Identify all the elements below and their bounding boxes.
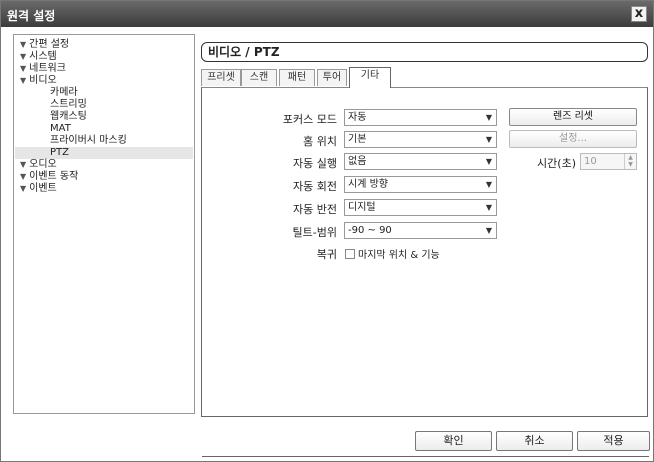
tree-item-mat[interactable]: MAT (50, 123, 71, 135)
home-position-select[interactable]: 기본 ▼ (344, 131, 497, 148)
select-value: 기본 (348, 134, 367, 145)
expand-arrow-icon: ▼ (20, 52, 27, 61)
cancel-button[interactable]: 취소 (496, 431, 573, 451)
tree-item-privacy-masking[interactable]: 프라이버시 마스킹 (50, 135, 127, 147)
select-value: 디지털 (348, 202, 376, 213)
tree-label: 오디오 (29, 159, 57, 170)
time-seconds-spinner[interactable]: 10 ▲ ▼ (580, 153, 637, 170)
select-value: 없음 (348, 156, 367, 167)
tree-label: 시스템 (29, 51, 57, 62)
tree-item-streaming[interactable]: 스트리밍 (50, 99, 87, 111)
tab-scan[interactable]: 스캔 (241, 69, 277, 86)
tree-label: 네트워크 (29, 63, 66, 74)
restore-checkbox[interactable] (345, 249, 355, 259)
tree-item-system[interactable]: ▼ 시스템 (20, 51, 57, 63)
lens-reset-button[interactable]: 렌즈 리셋 (509, 108, 637, 126)
tilt-range-label: 틸트-범위 (292, 226, 337, 239)
tree-item-camera[interactable]: 카메라 (50, 87, 78, 99)
tree-label: 이벤트 (29, 183, 57, 194)
tree-item-event-action[interactable]: ▼ 이벤트 동작 (20, 171, 78, 183)
expand-arrow-icon: ▼ (20, 172, 27, 181)
window-title: 원격 설정 (7, 9, 56, 23)
tree-item-ptz[interactable]: PTZ (15, 147, 193, 159)
dropdown-arrow-icon: ▼ (485, 135, 492, 144)
select-value: 시계 방향 (348, 179, 388, 190)
remote-settings-window: 원격 설정 x ▼ 간편 설정 ▼ 시스템 ▼ 네트워크 ▼ 비디오 카메라 스트리밍 … (0, 0, 654, 462)
content-divider (202, 456, 649, 460)
tab-etc[interactable]: 기타 (349, 67, 391, 88)
tree-label: 이벤트 동작 (29, 171, 79, 182)
auto-flip-label: 자동 반전 (293, 203, 337, 216)
restore-label: 복귀 (316, 248, 337, 261)
panel-header: 비디오 / PTZ (201, 42, 648, 62)
tree-item-network[interactable]: ▼ 네트워크 (20, 63, 66, 75)
time-seconds-label: 시간(초) (537, 157, 576, 170)
auto-flip-select[interactable]: 디지털 ▼ (344, 199, 497, 216)
expand-arrow-icon: ▼ (20, 160, 27, 169)
tab-content: 포커스 모드 자동 ▼ 렌즈 리셋 홈 위치 기본 ▼ 설정... 자동 실행 없음… (201, 87, 649, 457)
auto-run-label: 자동 실행 (293, 157, 337, 170)
focus-mode-label: 포커스 모드 (282, 113, 337, 126)
tab-pattern[interactable]: 패턴 (279, 69, 315, 86)
settings-tree: ▼ 간편 설정 ▼ 시스템 ▼ 네트워크 ▼ 비디오 카메라 스트리밍 웹캐스팅 MAT… (13, 34, 195, 414)
settings-button[interactable]: 설정... (509, 130, 637, 148)
focus-mode-select[interactable]: 자동 ▼ (344, 109, 497, 126)
dropdown-arrow-icon: ▼ (485, 203, 492, 212)
tree-item-audio[interactable]: ▼ 오디오 (20, 159, 57, 171)
tree-item-webcasting[interactable]: 웹캐스팅 (50, 111, 87, 123)
spinner-arrows-icon[interactable]: ▲ ▼ (624, 154, 636, 169)
tree-item-video[interactable]: ▼ 비디오 (20, 75, 57, 87)
expand-arrow-icon: ▼ (20, 40, 27, 49)
tab-preset[interactable]: 프리셋 (201, 69, 241, 86)
tree-item-quick-setup[interactable]: ▼ 간편 설정 (20, 39, 69, 51)
auto-run-select[interactable]: 없음 ▼ (344, 153, 497, 170)
spinner-value: 10 (584, 156, 597, 167)
close-icon[interactable]: x (631, 6, 647, 22)
auto-rotate-label: 자동 회전 (293, 180, 337, 193)
settings-panel: 비디오 / PTZ 프리셋 스캔 패턴 투어 기타 포커스 모드 자동 ▼ 렌즈 … (201, 37, 649, 457)
dropdown-arrow-icon: ▼ (485, 157, 492, 166)
select-value: -90 ~ 90 (348, 225, 392, 236)
auto-rotate-select[interactable]: 시계 방향 ▼ (344, 176, 497, 193)
apply-button[interactable]: 적용 (577, 431, 650, 451)
title-bar: 원격 설정 x (1, 1, 653, 27)
ok-button[interactable]: 확인 (415, 431, 492, 451)
select-value: 자동 (348, 112, 367, 123)
dropdown-arrow-icon: ▼ (485, 180, 492, 189)
expand-arrow-icon: ▼ (20, 184, 27, 193)
dropdown-arrow-icon: ▼ (485, 113, 492, 122)
tilt-range-select[interactable]: -90 ~ 90 ▼ (344, 222, 497, 239)
expand-arrow-icon: ▼ (20, 64, 27, 73)
tab-tour[interactable]: 투어 (317, 69, 347, 86)
tree-item-event[interactable]: ▼ 이벤트 (20, 183, 57, 195)
tree-label: 간편 설정 (29, 39, 70, 50)
expand-arrow-icon: ▼ (20, 76, 27, 85)
home-position-label: 홈 위치 (303, 135, 337, 148)
dropdown-arrow-icon: ▼ (485, 226, 492, 235)
restore-checkbox-label: 마지막 위치 & 기능 (358, 250, 440, 261)
tree-label: PTZ (50, 147, 69, 158)
tree-label: 비디오 (29, 75, 57, 86)
